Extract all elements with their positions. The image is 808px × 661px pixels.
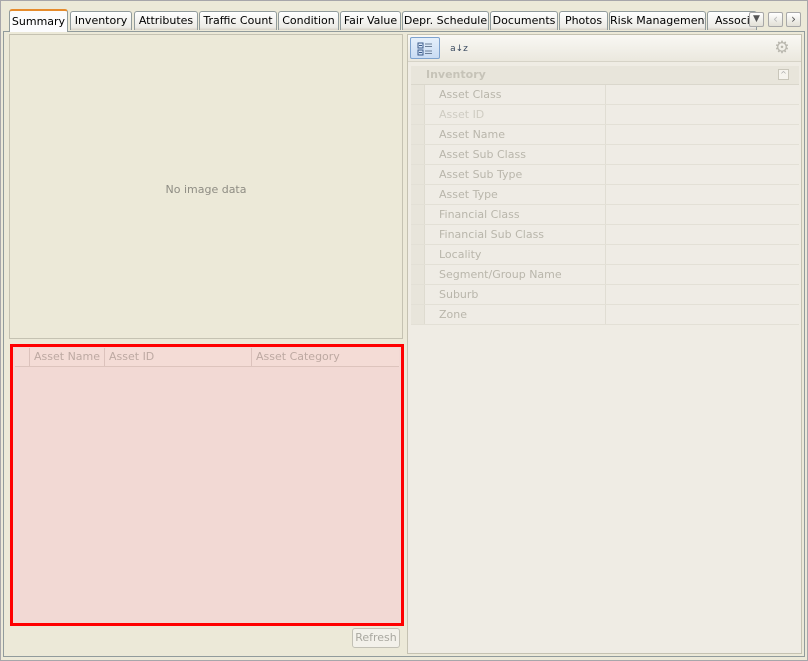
- grid-header: Asset Name Asset ID Asset Category: [15, 348, 399, 367]
- category-label: Inventory: [426, 68, 486, 81]
- property-value[interactable]: [605, 265, 799, 284]
- categorized-view-button[interactable]: [410, 37, 440, 59]
- row-gutter: [411, 265, 425, 284]
- property-value[interactable]: [605, 165, 799, 184]
- image-panel: No image data: [9, 34, 403, 339]
- property-row[interactable]: Zone: [411, 305, 799, 325]
- tab-strip: Summary Inventory Attributes Traffic Cou…: [3, 9, 765, 32]
- row-gutter: [411, 285, 425, 304]
- column-header-asset-category[interactable]: Asset Category: [252, 348, 397, 366]
- property-row[interactable]: Asset Class: [411, 85, 799, 105]
- property-name: Asset Sub Type: [439, 168, 523, 181]
- property-row[interactable]: Financial Sub Class: [411, 225, 799, 245]
- property-row[interactable]: Asset ID: [411, 105, 799, 125]
- alphabetical-sort-icon: a↓z: [450, 44, 468, 54]
- tab-scroll-left-icon[interactable]: ‹: [768, 12, 783, 27]
- main-window: Summary Inventory Attributes Traffic Cou…: [0, 0, 808, 661]
- tab-scroll-right-icon[interactable]: ›: [786, 12, 801, 27]
- tab-depr-schedule[interactable]: Depr. Schedule: [402, 11, 489, 30]
- category-inventory[interactable]: Inventory ^: [411, 66, 799, 85]
- property-name: Asset Sub Class: [439, 148, 526, 161]
- row-gutter: [411, 225, 425, 244]
- property-grid[interactable]: Inventory ^ Asset Class Asset ID Asset Nam…: [411, 66, 799, 325]
- property-value[interactable]: [605, 305, 799, 324]
- property-toolbar: a↓z ⚙: [408, 35, 801, 62]
- column-header-asset-id[interactable]: Asset ID: [105, 348, 252, 366]
- property-name: Asset Class: [439, 88, 502, 101]
- row-gutter: [411, 105, 425, 124]
- categorized-view-icon: [417, 42, 432, 56]
- property-name: Segment/Group Name: [439, 268, 562, 281]
- property-row[interactable]: Suburb: [411, 285, 799, 305]
- property-value[interactable]: [605, 125, 799, 144]
- row-gutter: [411, 185, 425, 204]
- tab-condition[interactable]: Condition: [278, 11, 339, 30]
- column-header-asset-name[interactable]: Asset Name: [30, 348, 105, 366]
- property-name: Financial Sub Class: [439, 228, 545, 241]
- row-gutter: [411, 245, 425, 264]
- property-row[interactable]: Financial Class: [411, 205, 799, 225]
- property-name: Financial Class: [439, 208, 520, 221]
- collapse-icon[interactable]: ^: [778, 69, 789, 80]
- property-value[interactable]: [605, 185, 799, 204]
- tab-inventory[interactable]: Inventory: [70, 11, 132, 30]
- row-gutter: [411, 125, 425, 144]
- property-row[interactable]: Asset Sub Class: [411, 145, 799, 165]
- alphabetical-sort-button[interactable]: a↓z: [444, 37, 474, 59]
- property-value[interactable]: [605, 105, 799, 124]
- property-row[interactable]: Locality: [411, 245, 799, 265]
- refresh-button[interactable]: Refresh: [352, 628, 400, 648]
- property-value[interactable]: [605, 285, 799, 304]
- property-panel: a↓z ⚙ Inventory ^ Asset Class Asset ID Ass…: [407, 34, 802, 654]
- property-row[interactable]: Asset Sub Type: [411, 165, 799, 185]
- property-row[interactable]: Asset Name: [411, 125, 799, 145]
- tab-fair-value[interactable]: Fair Value: [340, 11, 401, 30]
- property-name: Suburb: [439, 288, 479, 301]
- tab-attributes[interactable]: Attributes: [134, 11, 198, 30]
- tab-content-pane: No image data Asset Name Asset ID Asset …: [3, 31, 805, 657]
- asset-grid[interactable]: Asset Name Asset ID Asset Category: [10, 344, 404, 626]
- property-value[interactable]: [605, 245, 799, 264]
- gear-icon[interactable]: ⚙: [773, 39, 791, 57]
- tab-summary[interactable]: Summary: [9, 9, 68, 32]
- property-value[interactable]: [605, 225, 799, 244]
- row-gutter: [411, 145, 425, 164]
- property-name: Asset ID: [439, 108, 485, 121]
- row-gutter: [411, 205, 425, 224]
- property-row[interactable]: Asset Type: [411, 185, 799, 205]
- tab-risk-management[interactable]: Risk Management: [609, 11, 706, 30]
- property-name: Locality: [439, 248, 482, 261]
- tab-photos[interactable]: Photos: [559, 11, 608, 30]
- row-gutter: [411, 165, 425, 184]
- no-image-placeholder: No image data: [165, 183, 247, 196]
- property-name: Zone: [439, 308, 468, 321]
- property-value[interactable]: [605, 85, 799, 104]
- row-gutter: [411, 305, 425, 324]
- property-value[interactable]: [605, 145, 799, 164]
- grid-row-indicator-header: [15, 348, 30, 366]
- property-value[interactable]: [605, 205, 799, 224]
- property-row[interactable]: Segment/Group Name: [411, 265, 799, 285]
- property-name: Asset Name: [439, 128, 506, 141]
- row-gutter: [411, 85, 425, 104]
- tab-list-dropdown-icon[interactable]: ▼: [749, 12, 764, 27]
- property-name: Asset Type: [439, 188, 498, 201]
- tab-traffic-count[interactable]: Traffic Count: [199, 11, 277, 30]
- tab-documents[interactable]: Documents: [490, 11, 558, 30]
